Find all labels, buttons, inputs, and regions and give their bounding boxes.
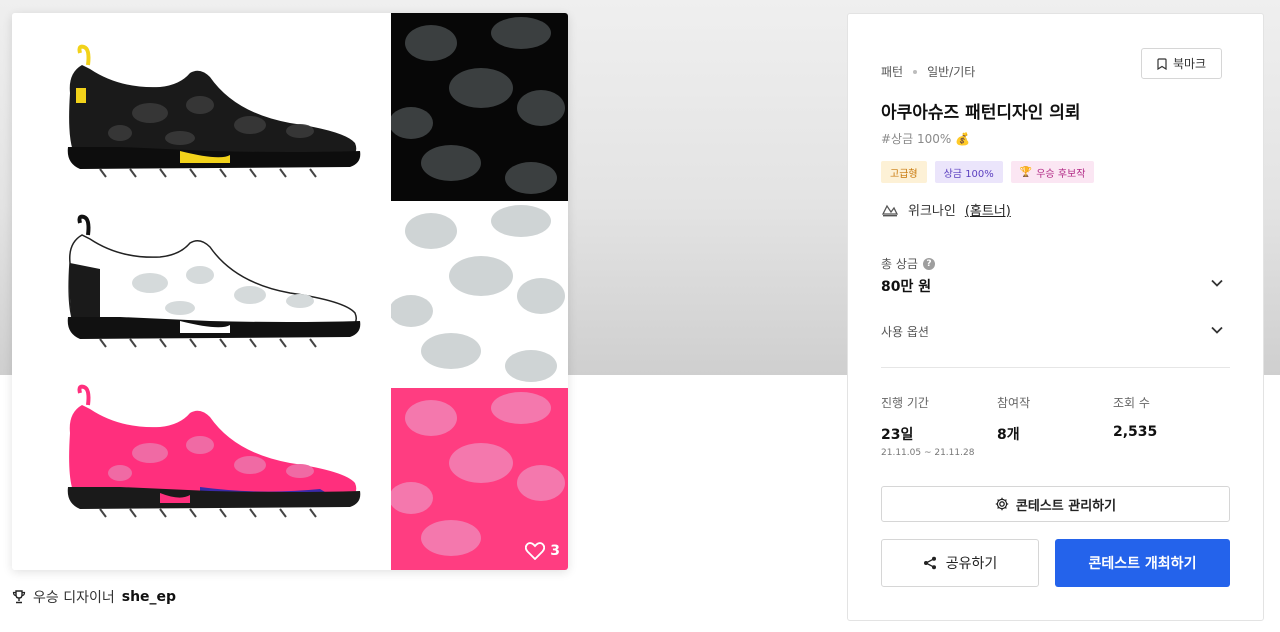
entry-image[interactable]: 3 xyxy=(12,13,568,570)
usage-option-row[interactable]: 사용 옵션 xyxy=(881,323,929,340)
badge-list: 고급형 상금 100% 🏆 우승 후보작 xyxy=(881,161,1095,183)
trophy-icon xyxy=(12,590,26,604)
swatch-black xyxy=(391,13,568,201)
host-info: 위크나인 (홈트너) xyxy=(881,200,1011,219)
share-label: 공유하기 xyxy=(945,556,998,572)
winner-label: 우승 디자이너 xyxy=(33,590,115,606)
manage-contest-button[interactable]: 콘테스트 관리하기 xyxy=(881,486,1230,522)
period-label: 진행 기간 xyxy=(881,396,929,410)
contest-info-panel: 패턴 일반/기타 북마크 아쿠아슈즈 패턴디자인 의뢰 #상금 100% 💰 고… xyxy=(847,13,1264,621)
entries-value: 8개 xyxy=(997,427,1020,443)
winner-name[interactable]: she_ep xyxy=(122,589,176,605)
total-prize-value: 80만 원 xyxy=(881,279,932,295)
prize-hashtag: #상금 100% 💰 xyxy=(881,132,971,146)
shoe-mockups xyxy=(12,13,391,570)
total-prize-label: 총 상금 xyxy=(881,257,918,271)
like-button[interactable]: 3 xyxy=(525,542,560,560)
like-count: 3 xyxy=(550,543,560,559)
stat-entries: 참여작 8개 xyxy=(997,394,1030,444)
page-title: 아쿠아슈즈 패턴디자인 의뢰 xyxy=(881,103,1081,123)
heart-icon xyxy=(525,542,546,560)
host-link[interactable]: (홈트너) xyxy=(965,200,1011,219)
category-main[interactable]: 패턴 xyxy=(881,63,903,80)
chevron-down-icon[interactable] xyxy=(1210,323,1224,337)
swatch-white xyxy=(391,201,568,388)
divider xyxy=(881,367,1230,368)
help-icon[interactable]: ? xyxy=(922,257,935,270)
gear-icon xyxy=(995,497,1009,511)
grade-badge: 고급형 xyxy=(881,161,927,183)
total-prize-label-row: 총 상금 ? xyxy=(881,255,935,272)
shoe-pink xyxy=(60,383,370,523)
pattern-swatches xyxy=(391,13,568,570)
entries-label: 참여작 xyxy=(997,396,1031,410)
chevron-down-icon[interactable] xyxy=(1210,276,1224,290)
bookmark-label: 북마크 xyxy=(1172,57,1207,71)
shoe-white xyxy=(60,213,370,353)
trophy-icon: 🏆 xyxy=(1019,166,1033,178)
breadcrumb: 패턴 일반/기타 xyxy=(881,63,975,80)
stat-period: 진행 기간 23일 21.11.05 ~ 21.11.28 xyxy=(881,394,974,458)
candidate-badge: 🏆 우승 후보작 xyxy=(1010,161,1095,183)
views-label: 조회 수 xyxy=(1113,396,1150,410)
share-button[interactable]: 공유하기 xyxy=(881,539,1039,587)
shoe-black xyxy=(60,43,370,183)
candidate-badge-label: 우승 후보작 xyxy=(1036,168,1086,180)
host-contest-button[interactable]: 콘테스트 개최하기 xyxy=(1055,539,1230,587)
manage-contest-label: 콘테스트 관리하기 xyxy=(1015,498,1117,514)
period-range: 21.11.05 ~ 21.11.28 xyxy=(881,448,975,458)
host-logo-icon xyxy=(881,204,899,216)
period-value: 23일 xyxy=(881,427,914,443)
prize-badge: 상금 100% xyxy=(934,161,1003,183)
winner-designer: 우승 디자이너 she_ep xyxy=(12,587,176,607)
usage-option-label: 사용 옵션 xyxy=(881,325,929,339)
separator-dot xyxy=(913,69,918,74)
stat-views: 조회 수 2,535 xyxy=(1113,394,1157,440)
host-contest-label: 콘테스트 개최하기 xyxy=(1088,556,1197,572)
host-name: 위크나인 xyxy=(908,204,956,219)
category-sub[interactable]: 일반/기타 xyxy=(927,63,975,80)
views-value: 2,535 xyxy=(1113,424,1158,440)
share-icon xyxy=(923,556,936,570)
bookmark-icon xyxy=(1157,57,1167,70)
bookmark-button[interactable]: 북마크 xyxy=(1141,48,1222,79)
